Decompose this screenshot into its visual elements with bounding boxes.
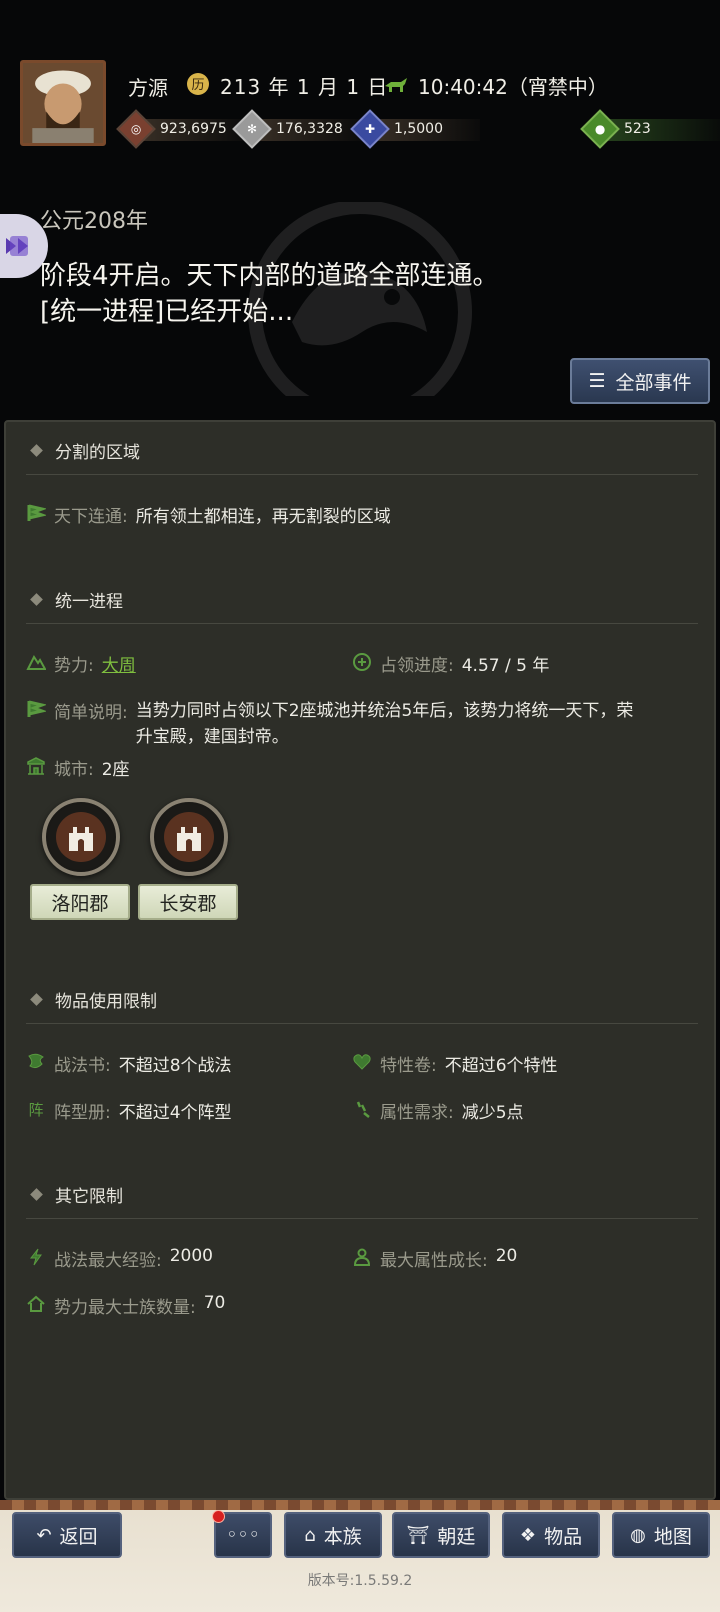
player-avatar[interactable]: [20, 60, 106, 146]
diamond-bullet-icon: [30, 1188, 43, 1201]
money-bag-icon: ●: [580, 109, 620, 149]
event-notice: 阶段4开启。天下内部的道路全部连通。 [统一进程]已经开始...: [40, 258, 499, 330]
svg-text:历: 历: [191, 78, 204, 93]
flag-icon: [27, 700, 46, 717]
all-events-button[interactable]: ☰ 全部事件: [570, 358, 710, 404]
divider: [26, 623, 698, 624]
resource-grain[interactable]: ✻ 176,3328: [232, 109, 362, 149]
section-other-title: 其它限制: [30, 1182, 123, 1207]
rules-panel: 分割的区域 天下连通: 所有领土都相连，再无割裂的区域 统一进程 势力: 大周 …: [4, 420, 716, 1500]
game-date: 213 年 1 月 1 日: [220, 75, 389, 99]
event-notice-line2: [统一进程]已经开始...: [40, 297, 294, 327]
item-bag-icon: ❖: [519, 1524, 537, 1546]
city-gate-icon: [27, 757, 45, 775]
dragon-book-icon: [28, 1053, 44, 1069]
heart-icon: [353, 1054, 371, 1070]
version-label: 版本号:1.5.59.2: [307, 1573, 413, 1589]
diamond-bullet-icon: [30, 993, 43, 1006]
sparkle-icon: [356, 1101, 370, 1118]
row-trait-scroll: 特性卷: 不超过6个特性: [352, 1051, 558, 1076]
troops-icon: ✚: [350, 109, 390, 149]
force-link[interactable]: 大周: [102, 651, 136, 676]
calendar-seal-icon: [353, 653, 371, 671]
row-tactics-book: 战法书: 不超过8个战法: [26, 1051, 232, 1076]
list-menu-icon: ☰: [588, 370, 606, 392]
row-max-tactic-exp: 战法最大经验: 2000: [26, 1246, 213, 1271]
clan-house-icon: ⌂: [304, 1524, 316, 1546]
clan-button[interactable]: ⌂ 本族: [284, 1512, 382, 1558]
divider: [26, 474, 698, 475]
person-growth-icon: [353, 1248, 371, 1266]
section-divided-title: 分割的区域: [30, 438, 140, 463]
copper-coin-icon: ◎: [116, 109, 156, 149]
castle-icon: [56, 812, 106, 862]
row-progress: 占领进度: 4.57 / 5 年: [352, 651, 549, 676]
resource-copper[interactable]: ◎ 923,6975: [116, 109, 246, 149]
double-chevron-right-icon: [6, 236, 28, 256]
back-button[interactable]: ↶ 返回: [12, 1512, 122, 1558]
event-notice-line1: 阶段4开启。天下内部的道路全部连通。: [40, 261, 499, 291]
divider: [26, 1023, 698, 1024]
row-description: 简单说明: 当势力同时占领以下2座城池并统治5年后，该势力将统一天下，荣升宝殿，…: [26, 698, 636, 750]
horse-icon: [385, 78, 407, 92]
items-button[interactable]: ❖ 物品: [502, 1512, 600, 1558]
diamond-bullet-icon: [30, 444, 43, 457]
notification-dot: [212, 1510, 225, 1523]
row-world-connect: 天下连通: 所有领土都相连，再无割裂的区域: [26, 502, 391, 527]
court-button[interactable]: ⛩ 朝廷: [392, 1512, 490, 1558]
status-header: 方源 历 213 年 1 月 1 日 10:40:42（宵禁中） ◎ 923,6…: [0, 0, 720, 420]
row-max-clans: 势力最大士族数量: 70: [26, 1293, 225, 1318]
return-arrow-icon: ↶: [36, 1524, 52, 1546]
row-max-attr-growth: 最大属性成长: 20: [352, 1246, 517, 1271]
section-unify-title: 统一进程: [30, 587, 123, 612]
decorative-border: [0, 1500, 720, 1510]
era-title: 公元208年: [40, 209, 148, 234]
row-force: 势力: 大周: [26, 651, 136, 676]
row-formation-book: 阵 阵型册: 不超过4个阵型: [26, 1098, 231, 1123]
game-time: 10:40:42（宵禁中）: [418, 75, 608, 99]
castle-icon: [164, 812, 214, 862]
diamond-bullet-icon: [30, 593, 43, 606]
city-name: 洛阳郡: [30, 884, 130, 920]
flag-icon: [27, 504, 46, 521]
row-cities: 城市: 2座: [26, 755, 130, 780]
more-dots-icon: ◦◦◦: [226, 1524, 260, 1546]
section-items-title: 物品使用限制: [30, 987, 157, 1012]
formation-icon: 阵: [28, 1101, 43, 1119]
lightning-icon: [29, 1248, 42, 1266]
globe-icon: ◍: [630, 1524, 646, 1546]
svg-text:阵: 阵: [28, 1101, 43, 1119]
row-attr-requirement: 属性需求: 减少5点: [352, 1098, 524, 1123]
map-button[interactable]: ◍ 地图: [612, 1512, 710, 1558]
mountain-icon: [26, 655, 46, 670]
calendar-icon: 历: [187, 73, 209, 95]
clan-house-icon: [27, 1295, 45, 1312]
palace-icon: ⛩: [406, 1524, 430, 1546]
player-name: 方源: [128, 76, 168, 100]
grain-icon: ✻: [232, 109, 272, 149]
resource-troops[interactable]: ✚ 1,5000: [350, 109, 480, 149]
resource-money[interactable]: ● 523: [580, 109, 720, 149]
city-name: 长安郡: [138, 884, 238, 920]
divider: [26, 1218, 698, 1219]
